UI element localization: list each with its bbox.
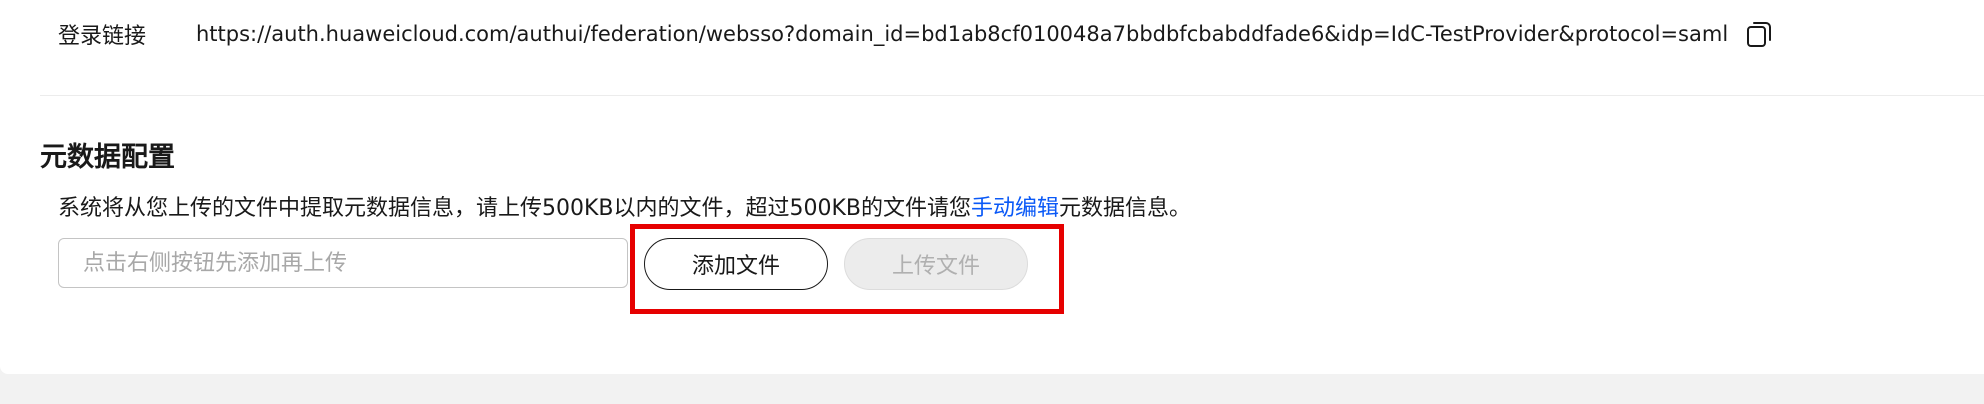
section-divider xyxy=(40,95,1984,96)
manual-edit-link[interactable]: 手动编辑 xyxy=(971,196,1059,221)
settings-card: 登录链接 https://auth.huaweicloud.com/authui… xyxy=(0,0,1984,374)
metadata-section-title: 元数据配置 xyxy=(40,142,175,173)
file-path-input[interactable] xyxy=(58,238,628,288)
copy-icon[interactable] xyxy=(1746,19,1774,49)
login-link-row: 登录链接 https://auth.huaweicloud.com/authui… xyxy=(58,14,1774,54)
metadata-description-text: 系统将从您上传的文件中提取元数据信息，请上传500KB以内的文件，超过500KB… xyxy=(58,196,972,221)
login-link-url: https://auth.huaweicloud.com/authui/fede… xyxy=(196,22,1729,46)
metadata-description: 系统将从您上传的文件中提取元数据信息，请上传500KB以内的文件，超过500KB… xyxy=(58,190,1191,222)
metadata-description-suffix: 元数据信息。 xyxy=(1059,196,1192,221)
login-link-label: 登录链接 xyxy=(58,24,147,49)
upload-file-button[interactable]: 上传文件 xyxy=(844,238,1028,290)
add-file-button[interactable]: 添加文件 xyxy=(644,238,828,290)
